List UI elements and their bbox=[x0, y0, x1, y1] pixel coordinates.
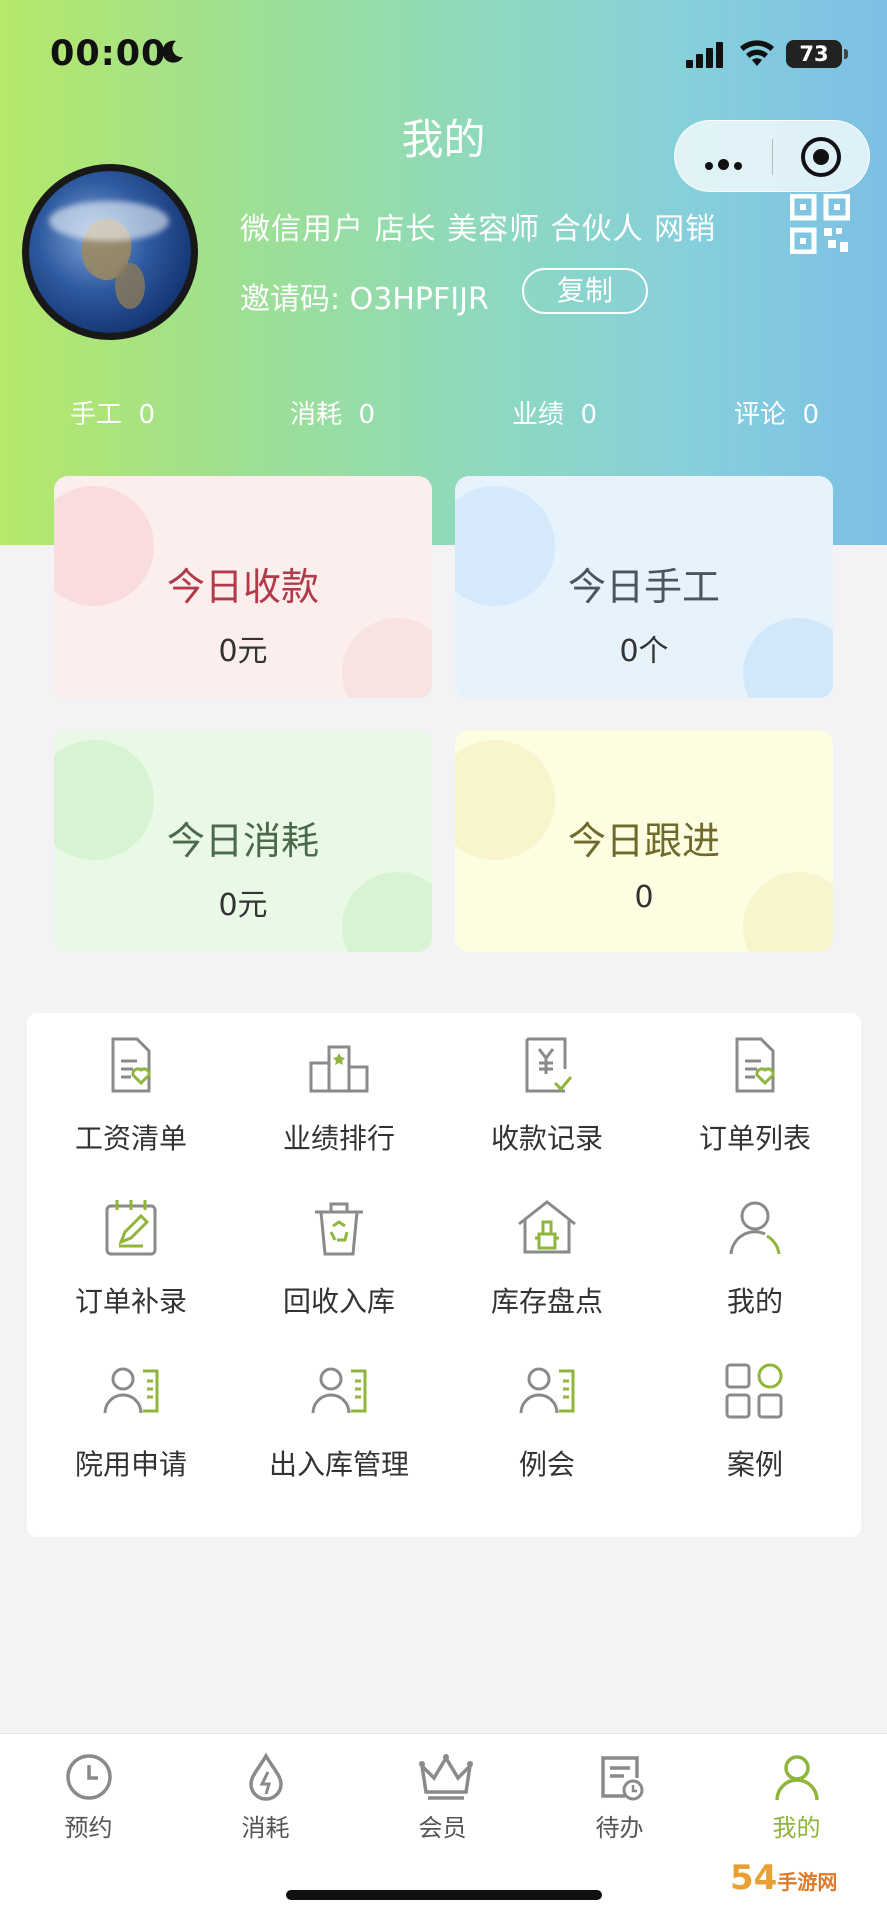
menu-label: 业绩排行 bbox=[282, 1122, 395, 1155]
menu-label: 订单补录 bbox=[74, 1285, 187, 1318]
stat-value: 0 bbox=[802, 400, 820, 430]
menu-item-inventory[interactable]: 库存盘点 bbox=[443, 1176, 651, 1318]
menu-item-hospital-request[interactable]: 院用申请 bbox=[27, 1339, 235, 1481]
menu-item-stock-management[interactable]: 出入库管理 bbox=[235, 1339, 443, 1481]
menu-item-salary[interactable]: 工资清单 bbox=[27, 1013, 235, 1155]
menu-label: 库存盘点 bbox=[490, 1285, 603, 1318]
card-value: 0元 bbox=[218, 634, 268, 669]
card-today-followup[interactable]: 今日跟进 0 bbox=[455, 730, 833, 952]
tab-label: 消耗 bbox=[241, 1814, 290, 1842]
menu-label: 案例 bbox=[726, 1448, 783, 1481]
doc-heart-icon bbox=[735, 1037, 775, 1093]
menu-label: 收款记录 bbox=[490, 1122, 603, 1155]
card-title: 今日跟进 bbox=[567, 819, 720, 863]
menu-label: 例会 bbox=[518, 1448, 575, 1481]
menu-label: 院用申请 bbox=[74, 1448, 187, 1481]
invite-code: O3HPFIJR bbox=[349, 282, 489, 317]
menu-label: 工资清单 bbox=[74, 1122, 187, 1155]
menu-label: 回收入库 bbox=[282, 1285, 395, 1318]
tab-label: 会员 bbox=[418, 1814, 467, 1842]
menu-label: 出入库管理 bbox=[268, 1448, 409, 1481]
menu-item-recycle-stock[interactable]: 回收入库 bbox=[235, 1176, 443, 1318]
stat-label: 消耗 bbox=[290, 400, 343, 430]
user-icon bbox=[775, 1755, 819, 1801]
close-target-icon[interactable] bbox=[801, 137, 841, 177]
menu-item-payment-records[interactable]: 收款记录 bbox=[443, 1013, 651, 1155]
tab-mine[interactable]: 我的 bbox=[708, 1734, 885, 1864]
stat-performance[interactable]: 业绩 0 bbox=[512, 394, 597, 431]
stat-value: 0 bbox=[138, 400, 156, 430]
card-today-consumption[interactable]: 今日消耗 0元 bbox=[54, 730, 432, 952]
more-icon[interactable] bbox=[705, 155, 747, 174]
tab-label: 预约 bbox=[64, 1814, 113, 1842]
copy-button[interactable]: 复制 bbox=[522, 268, 648, 314]
wifi-icon bbox=[740, 40, 774, 66]
menu-item-meeting[interactable]: 例会 bbox=[443, 1339, 651, 1481]
miniprogram-capsule bbox=[674, 120, 870, 192]
status-bar: 00:00 73 bbox=[0, 34, 887, 78]
edit-notepad-icon bbox=[105, 1200, 157, 1256]
stat-consumption[interactable]: 消耗 0 bbox=[290, 394, 375, 431]
tab-label: 待办 bbox=[595, 1814, 644, 1842]
tab-todo[interactable]: 待办 bbox=[531, 1734, 708, 1864]
card-today-handwork[interactable]: 今日手工 0个 bbox=[455, 476, 833, 698]
warehouse-icon bbox=[518, 1200, 576, 1254]
qr-code-icon[interactable] bbox=[790, 194, 850, 254]
signal-icon bbox=[686, 42, 723, 68]
avatar[interactable] bbox=[22, 164, 198, 340]
tab-label: 我的 bbox=[772, 1814, 821, 1842]
user-card-icon bbox=[519, 1367, 575, 1414]
stat-handwork[interactable]: 手工 0 bbox=[70, 394, 155, 431]
card-today-payment[interactable]: 今日收款 0元 bbox=[54, 476, 432, 698]
menu-item-cases[interactable]: 案例 bbox=[651, 1339, 859, 1481]
card-title: 今日收款 bbox=[166, 565, 319, 609]
home-indicator bbox=[286, 1890, 602, 1900]
battery-indicator: 73 bbox=[786, 40, 848, 68]
user-roles: 微信用户 店长 美容师 合伙人 网销 bbox=[240, 212, 717, 247]
menu-item-mine[interactable]: 我的 bbox=[651, 1176, 859, 1318]
doc-heart-icon bbox=[111, 1037, 151, 1093]
menu-item-order-supplement[interactable]: 订单补录 bbox=[27, 1176, 235, 1318]
status-time: 00:00 bbox=[50, 34, 167, 74]
card-value: 0个 bbox=[619, 634, 669, 669]
user-icon bbox=[729, 1201, 781, 1255]
stat-label: 评论 bbox=[734, 400, 787, 430]
menu-item-ranking[interactable]: 业绩排行 bbox=[235, 1013, 443, 1155]
menu-label: 订单列表 bbox=[698, 1122, 811, 1155]
drop-bolt-icon bbox=[249, 1752, 283, 1801]
card-value: 0 bbox=[634, 880, 654, 915]
card-title: 今日手工 bbox=[567, 565, 720, 609]
stat-comments[interactable]: 评论 0 bbox=[734, 394, 819, 431]
invite-code-row: 邀请码: O3HPFIJR bbox=[240, 274, 489, 318]
clock-icon bbox=[66, 1754, 112, 1800]
tab-appointment[interactable]: 预约 bbox=[0, 1734, 177, 1864]
stat-value: 0 bbox=[580, 400, 598, 430]
watermark-main: 54 bbox=[730, 1858, 778, 1898]
stat-label: 业绩 bbox=[512, 400, 565, 430]
tab-member[interactable]: 会员 bbox=[354, 1734, 531, 1864]
menu-grid: 工资清单 业绩排行 收款记录 订单列表 订单补录 回收入库 库存盘点 我的 院用… bbox=[27, 1013, 861, 1537]
tab-consumption[interactable]: 消耗 bbox=[177, 1734, 354, 1864]
stat-value: 0 bbox=[358, 400, 376, 430]
card-title: 今日消耗 bbox=[166, 819, 319, 863]
user-card-icon bbox=[103, 1367, 159, 1414]
crown-icon bbox=[419, 1754, 473, 1800]
menu-label: 我的 bbox=[726, 1285, 783, 1318]
menu-item-order-list[interactable]: 订单列表 bbox=[651, 1013, 859, 1155]
watermark-logo: 54手游网 bbox=[730, 1858, 837, 1898]
podium-icon bbox=[309, 1045, 369, 1093]
user-card-icon bbox=[311, 1367, 367, 1414]
invite-label: 邀请码: bbox=[240, 282, 350, 317]
todo-icon bbox=[601, 1756, 644, 1801]
recycle-bin-icon bbox=[315, 1202, 363, 1256]
moon-icon bbox=[162, 40, 183, 63]
stat-label: 手工 bbox=[70, 400, 123, 430]
yen-receipt-icon bbox=[525, 1037, 573, 1093]
grid-apps-icon bbox=[725, 1363, 783, 1419]
watermark-sub: 手游网 bbox=[777, 1870, 838, 1894]
card-value: 0元 bbox=[218, 888, 268, 923]
capsule-divider bbox=[772, 139, 773, 175]
